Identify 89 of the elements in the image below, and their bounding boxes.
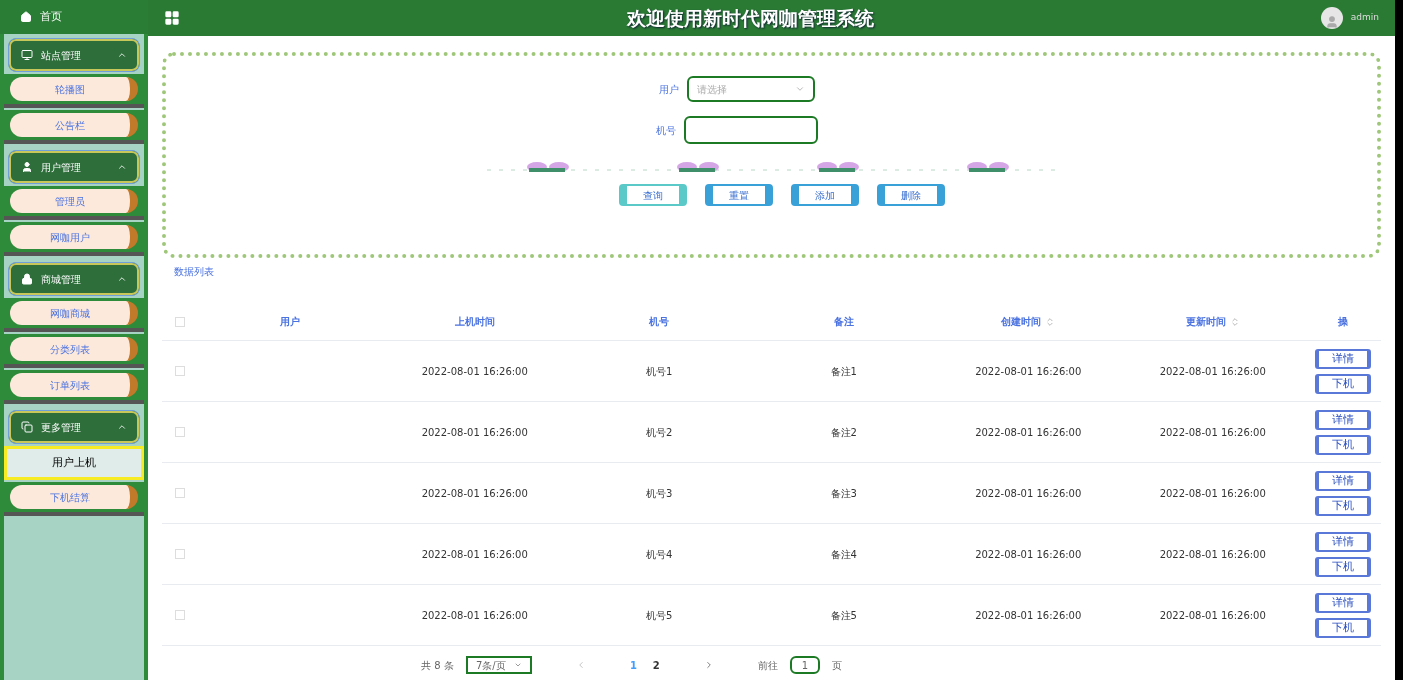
column-header: 操	[1338, 315, 1348, 329]
lock-icon	[21, 273, 33, 285]
table-cell-text: 2022-08-01 16:26:00	[421, 608, 528, 623]
menu-item[interactable]: 网咖用户	[10, 225, 138, 249]
menu-item[interactable]: 网咖商城	[10, 301, 138, 325]
ribbon-button[interactable]: 详情	[1315, 409, 1371, 430]
avatar-icon[interactable]	[1320, 7, 1343, 29]
table-cell-text: 备注1	[830, 364, 857, 379]
page-number[interactable]: 2	[652, 657, 660, 673]
sort-icon[interactable]	[1045, 316, 1056, 327]
checkbox[interactable]	[175, 316, 185, 327]
ribbon-button[interactable]: 下机	[1315, 495, 1371, 516]
ribbon-button[interactable]: 详情	[1315, 531, 1371, 552]
menu-group-header[interactable]: 更多管理	[8, 410, 140, 444]
menu-group-header[interactable]: 用户管理	[8, 150, 140, 184]
ribbon-button[interactable]: 下机	[1315, 617, 1371, 638]
page-size-select[interactable]: 7条/页	[465, 656, 532, 674]
table-cell-text: 2022-08-01 16:26:00	[421, 486, 528, 501]
table-cell-text: 机号4	[646, 547, 673, 562]
field-label: 用户	[657, 82, 679, 97]
table-cell-text: 2022-08-01 16:26:00	[1159, 547, 1266, 562]
table-cell-text: 机号3	[646, 486, 673, 501]
table-cell-text: 2022-08-01 16:26:00	[421, 425, 528, 440]
table-cell-text: 备注5	[830, 608, 857, 623]
table-cell-text: 2022-08-01 16:26:00	[975, 486, 1082, 501]
ribbon-button[interactable]: 详情	[1315, 348, 1371, 369]
table-cell-text: 2022-08-01 16:26:00	[421, 364, 528, 379]
copy-icon	[21, 421, 33, 433]
checkbox[interactable]	[175, 549, 185, 559]
menu-item[interactable]: 公告栏	[10, 113, 138, 137]
table-cell-text: 2022-08-01 16:26:00	[975, 364, 1082, 379]
table-cell-text: 2022-08-01 16:26:00	[421, 547, 528, 562]
menu-item[interactable]: 订单列表	[10, 373, 138, 397]
ribbon-button[interactable]: 详情	[1315, 592, 1371, 613]
ribbon-button[interactable]: 重置	[704, 184, 773, 206]
total-count: 共 8 条	[421, 658, 454, 673]
chevron-down-icon	[794, 84, 805, 94]
table-cell-text: 备注4	[830, 547, 857, 562]
page-suffix: 页	[831, 658, 842, 673]
ribbon-button[interactable]: 删除	[876, 184, 945, 206]
ribbon-button[interactable]: 详情	[1315, 470, 1371, 491]
home-menu-item[interactable]: 首页	[0, 0, 148, 34]
ribbon-button[interactable]: 下机	[1315, 373, 1371, 394]
table-cell-text: 机号5	[646, 608, 673, 623]
menu-item[interactable]: 下机结算	[10, 485, 138, 509]
user-icon	[21, 161, 33, 173]
field-label: 机号	[654, 123, 676, 138]
ribbon-button[interactable]: 添加	[790, 184, 859, 206]
checkbox[interactable]	[175, 427, 185, 437]
section-title: 数据列表	[174, 265, 215, 279]
username[interactable]: admin	[1350, 11, 1379, 25]
page-title: 欢迎使用新时代网咖管理系统	[625, 5, 875, 31]
menu-item[interactable]: 轮播图	[10, 77, 138, 101]
column-header: 备注	[833, 315, 854, 329]
table-cell-text: 备注2	[830, 425, 857, 440]
column-header: 机号	[649, 315, 670, 329]
menu-group-header[interactable]: 商城管理	[8, 262, 140, 296]
menu-item[interactable]: 用户上机	[7, 449, 141, 477]
ribbon-button[interactable]: 下机	[1315, 434, 1371, 455]
checkbox[interactable]	[175, 366, 185, 376]
column-header[interactable]: 创建时间	[1001, 314, 1056, 329]
goto-label: 前往	[757, 658, 778, 673]
monitor-icon	[21, 49, 33, 61]
table-cell-text: 2022-08-01 16:26:00	[975, 608, 1082, 623]
table-cell-text: 2022-08-01 16:26:00	[975, 547, 1082, 562]
home-icon	[20, 11, 32, 23]
ribbon-button[interactable]: 查询	[618, 184, 687, 206]
column-header: 上机时间	[454, 315, 495, 329]
table-cell-text: 2022-08-01 16:26:00	[1159, 364, 1266, 379]
menu-group-header[interactable]: 站点管理	[8, 38, 140, 72]
checkbox[interactable]	[175, 488, 185, 498]
table-cell-text: 2022-08-01 16:26:00	[1159, 486, 1266, 501]
menu-item[interactable]: 管理员	[10, 189, 138, 213]
table-cell-text: 备注3	[830, 486, 857, 501]
checkbox[interactable]	[175, 610, 185, 620]
goto-page-field[interactable]: 1	[789, 656, 820, 674]
table-cell-text: 机号2	[646, 425, 673, 440]
column-header[interactable]: 更新时间	[1185, 314, 1240, 329]
column-header: 用户	[280, 315, 301, 329]
table-cell-text: 机号1	[646, 364, 673, 379]
menu-item[interactable]: 分类列表	[10, 337, 138, 361]
table-cell-text: 2022-08-01 16:26:00	[975, 425, 1082, 440]
table-cell-text: 2022-08-01 16:26:00	[1159, 608, 1266, 623]
input-field[interactable]	[683, 116, 818, 144]
table-cell-text: 2022-08-01 16:26:00	[1159, 425, 1266, 440]
ribbon-button[interactable]: 下机	[1315, 556, 1371, 577]
chevron-down-icon	[513, 661, 522, 669]
menu-icon[interactable]	[164, 10, 180, 26]
sort-icon[interactable]	[1229, 316, 1240, 327]
